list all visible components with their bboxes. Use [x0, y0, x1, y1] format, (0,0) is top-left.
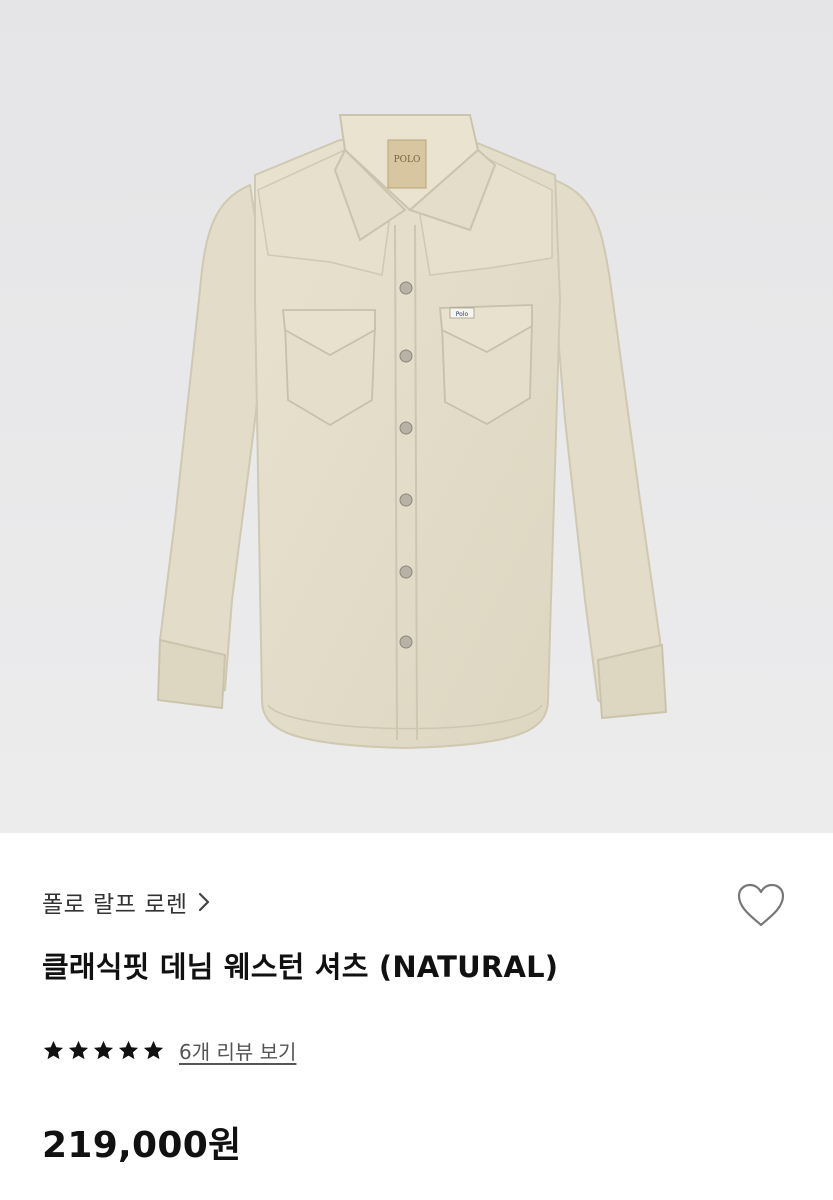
wishlist-button[interactable] — [730, 876, 792, 934]
heart-outline-icon — [737, 883, 785, 927]
rating-row: 6개 리뷰 보기 — [42, 1032, 296, 1068]
shirt-illustration: POLO Polo — [0, 0, 833, 833]
star-filled-icon — [118, 1040, 139, 1059]
product-price: 219,000원 — [42, 1125, 242, 1166]
neck-label-text: POLO — [394, 155, 421, 165]
product-detail-page: POLO Polo 폴로 랄프 로렌 클래식핏 데님 웨스턴 셔츠 (NATUR… — [0, 0, 833, 1200]
chevron-right-icon — [198, 891, 212, 913]
product-title: 클래식핏 데님 웨스턴 셔츠 (NATURAL) — [42, 950, 559, 984]
rating-stars — [42, 1039, 165, 1062]
pocket-tag-text: Polo — [456, 311, 469, 318]
star-filled-icon — [68, 1040, 89, 1059]
star-filled-icon — [43, 1040, 64, 1059]
star-filled-icon — [93, 1040, 114, 1059]
review-link[interactable]: 6개 리뷰 보기 — [179, 1036, 296, 1065]
star-filled-icon — [143, 1040, 164, 1059]
brand-name[interactable]: 폴로 랄프 로렌 — [42, 885, 188, 919]
product-image[interactable]: POLO Polo — [0, 0, 833, 833]
brand-link[interactable]: 폴로 랄프 로렌 — [42, 882, 212, 922]
